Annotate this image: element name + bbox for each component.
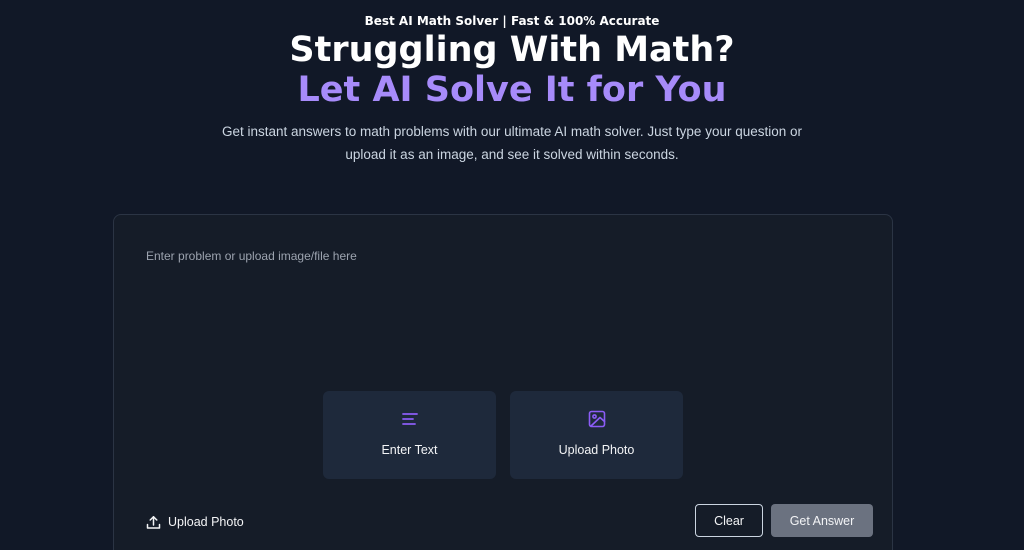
hero-subtitle: Get instant answers to math problems wit…	[221, 124, 803, 162]
upload-photo-card[interactable]: Upload Photo	[510, 391, 683, 479]
problem-input[interactable]	[132, 237, 872, 387]
solver-panel: Enter Text Upload Photo Upload Photo	[113, 214, 893, 550]
upload-photo-link[interactable]: Upload Photo	[146, 513, 244, 531]
upload-photo-link-label: Upload Photo	[168, 515, 244, 529]
enter-text-card[interactable]: Enter Text	[323, 391, 496, 479]
clear-button[interactable]: Clear	[695, 504, 763, 537]
upload-photo-card-label: Upload Photo	[558, 443, 635, 457]
hero-tagline: Best AI Math Solver | Fast & 100% Accura…	[364, 14, 660, 28]
text-lines-icon	[402, 413, 418, 425]
enter-text-label: Enter Text	[381, 443, 438, 457]
image-icon	[588, 410, 606, 428]
hero-headline-accent: Let AI Solve It for You	[297, 70, 727, 110]
upload-icon	[146, 515, 161, 529]
get-answer-button[interactable]: Get Answer	[771, 504, 873, 537]
hero-headline: Struggling With Math?	[289, 30, 735, 70]
page: Best AI Math Solver | Fast & 100% Accura…	[0, 0, 1024, 550]
